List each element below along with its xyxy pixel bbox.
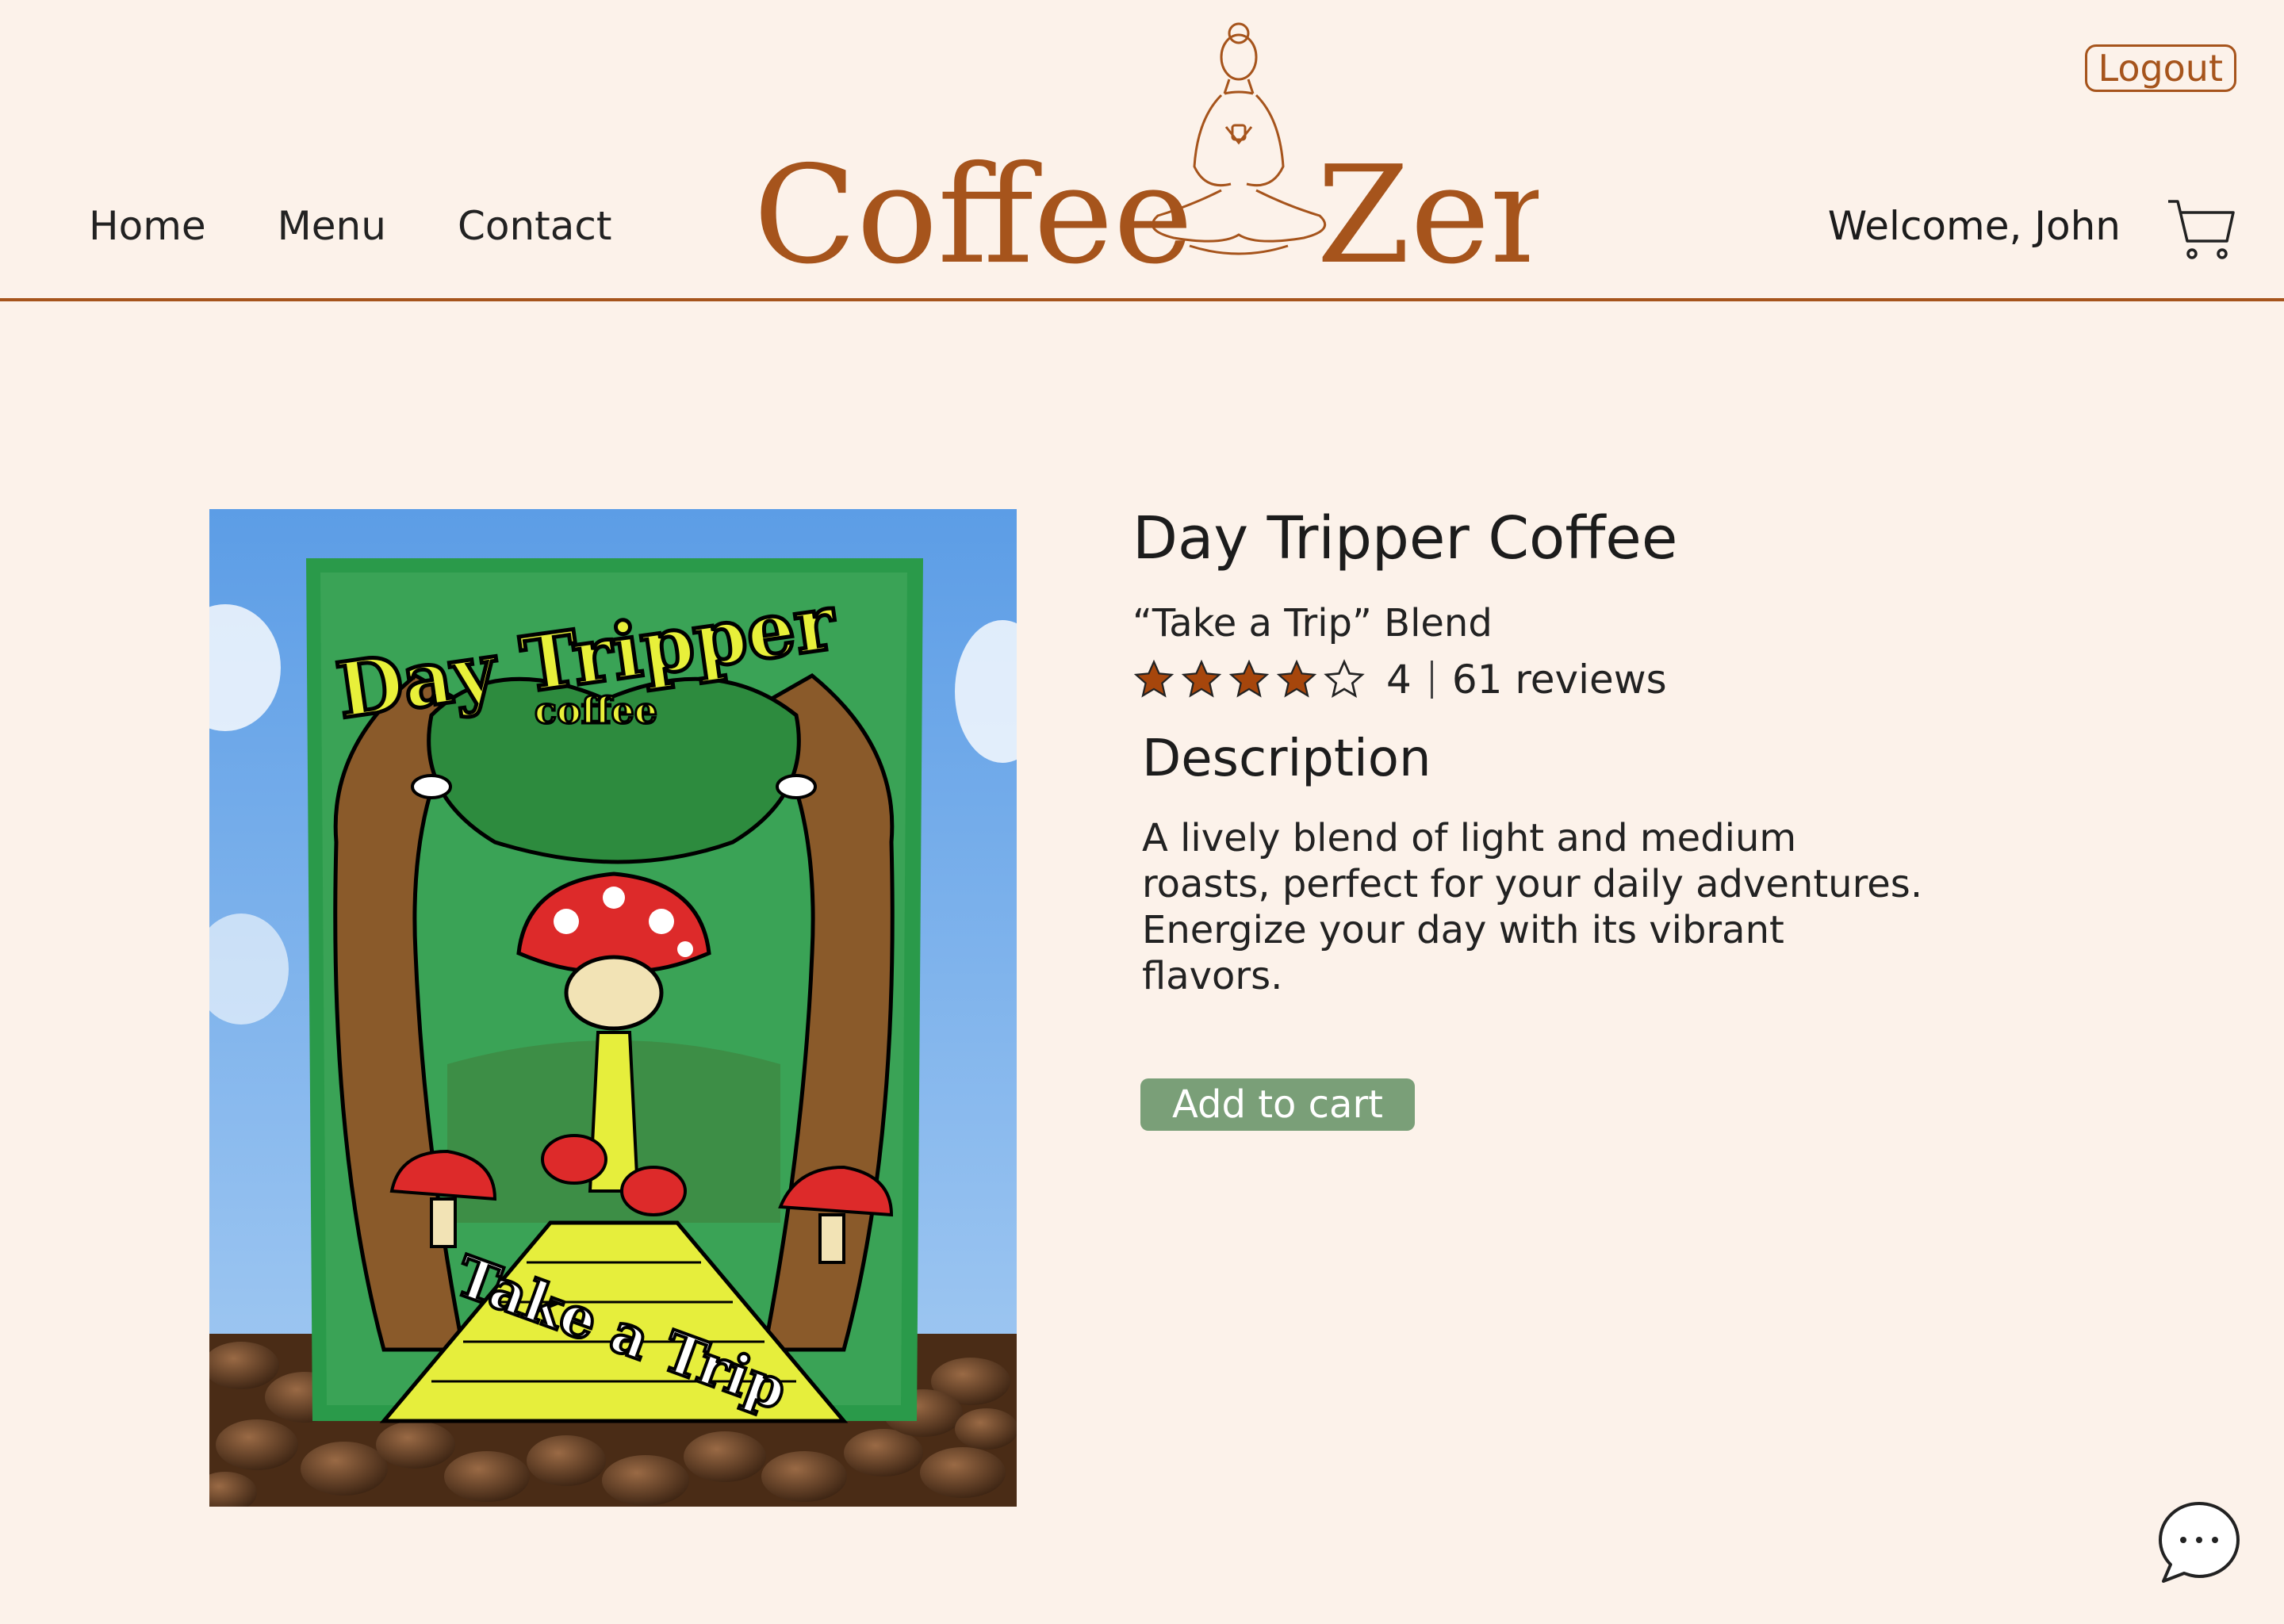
logout-button[interactable]: Logout <box>2084 44 2236 92</box>
logo-text-zen: Zen <box>1316 137 1539 278</box>
nav-contact-link[interactable]: Contact <box>458 203 612 249</box>
rating-value: 4 <box>1386 657 1412 703</box>
nav-menu-link[interactable]: Menu <box>278 203 386 249</box>
star-filled-icon <box>1132 658 1175 701</box>
rating-divider <box>1430 661 1433 699</box>
description-heading: Description <box>1142 730 1431 788</box>
star-empty-icon <box>1323 658 1366 701</box>
rating-row: 4 61 reviews <box>1132 657 2005 703</box>
svg-text:coffee: coffee <box>535 689 657 732</box>
chat-bubble-icon[interactable] <box>2156 1499 2243 1586</box>
nav-home-link[interactable]: Home <box>89 203 206 249</box>
main-nav: Home Menu Contact <box>89 203 611 249</box>
star-filled-icon <box>1228 658 1270 701</box>
coffee-zen-logo[interactable]: Coffee Zen <box>745 8 1539 278</box>
description-text: A lively blend of light and medium roast… <box>1142 816 1923 998</box>
site-header: Home Menu Contact Coffee Zen Welcome, Jo… <box>0 0 2284 301</box>
logo-text-coffee: Coffee <box>753 137 1193 278</box>
product-image: Day Tripper coffee Take a Trip <box>209 509 1017 1507</box>
star-filled-icon <box>1180 658 1223 701</box>
welcome-message: Welcome, John <box>1827 203 2121 249</box>
product-subtitle: “Take a Trip” Blend <box>1132 601 1493 645</box>
reviews-link[interactable]: 61 reviews <box>1452 657 1667 703</box>
star-filled-icon <box>1275 658 1318 701</box>
add-to-cart-button[interactable]: Add to cart <box>1140 1078 1415 1131</box>
product-title: Day Tripper Coffee <box>1132 504 1678 573</box>
cart-icon[interactable] <box>2165 193 2236 265</box>
product-info: Day Tripper Coffee “Take a Trip” Blend 4… <box>1132 504 2005 999</box>
star-rating <box>1132 658 1366 701</box>
